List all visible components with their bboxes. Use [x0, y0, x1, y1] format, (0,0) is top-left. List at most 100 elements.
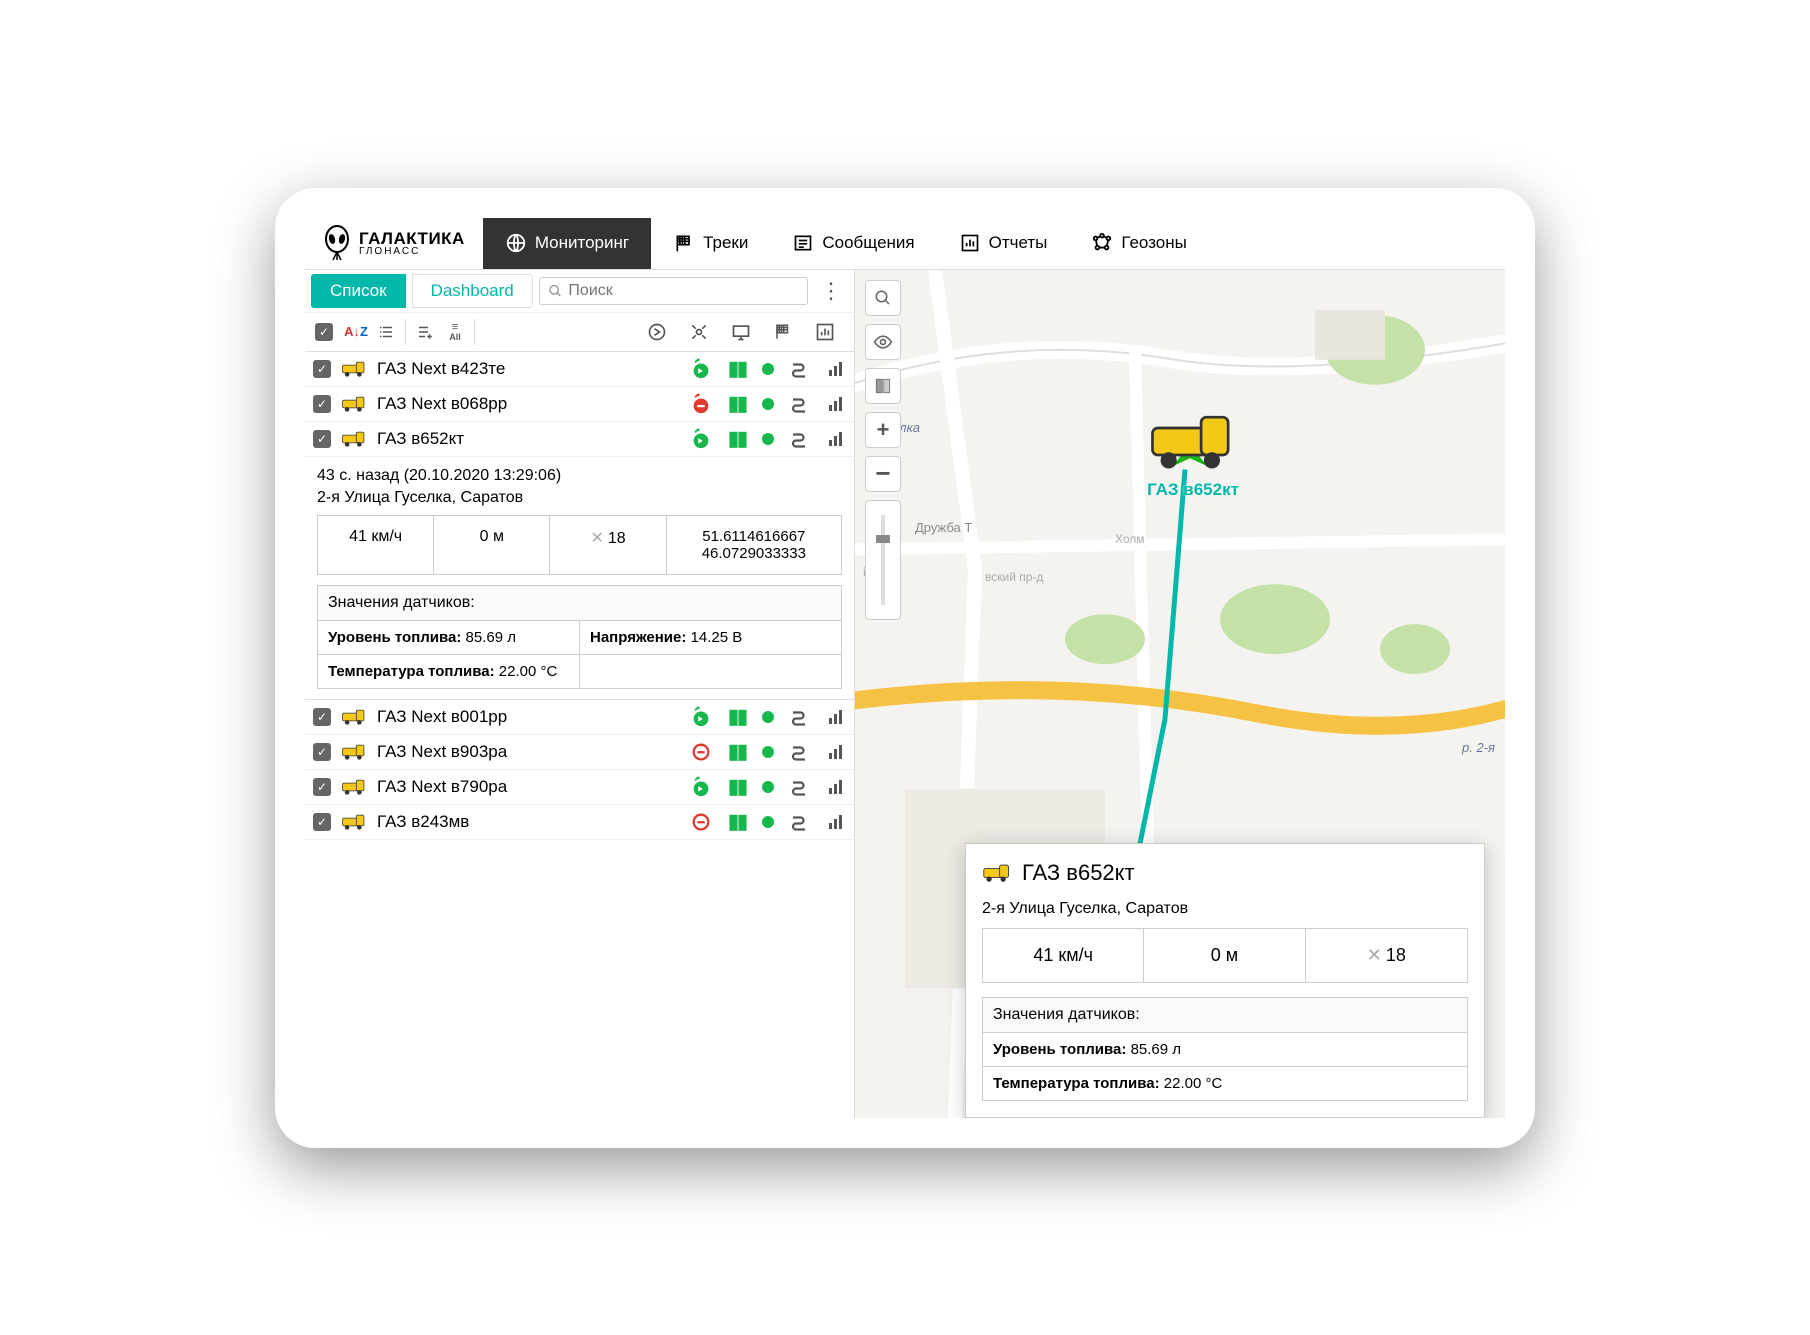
more-menu-icon[interactable]: ⋮ — [814, 278, 848, 304]
popup-sat: ✕18 — [1306, 929, 1467, 982]
row-checkbox[interactable] — [313, 813, 331, 831]
route-icon[interactable] — [788, 811, 810, 833]
stop-icon[interactable] — [690, 393, 712, 415]
popup-address: 2-я Улица Гуселка, Саратов — [982, 900, 1468, 918]
map-panel: Гуселка Дружба Т Холм вский пр-д р. 2-я … — [855, 270, 1505, 1118]
map-search-icon[interactable] — [865, 280, 901, 316]
detail-timestamp: 43 с. назад (20.10.2020 13:29:06) — [317, 467, 842, 485]
zoom-slider[interactable] — [865, 500, 901, 620]
pause-icon[interactable]: ▮▮ — [726, 706, 748, 728]
bars-icon[interactable] — [824, 428, 846, 450]
car-icon — [341, 708, 367, 726]
status-dot-icon — [762, 816, 774, 828]
goto-icon[interactable] — [642, 317, 672, 347]
car-icon — [982, 863, 1012, 883]
route-icon[interactable] — [788, 428, 810, 450]
route-icon[interactable] — [788, 393, 810, 415]
car-icon — [341, 743, 367, 761]
zoom-out-icon[interactable]: − — [865, 456, 901, 492]
bars-icon[interactable] — [824, 776, 846, 798]
wrench-icon: ✕ — [1367, 945, 1382, 965]
tab-list[interactable]: Список — [311, 274, 406, 308]
detail-altitude: 0 м — [434, 516, 550, 574]
nav-geozones[interactable]: Геозоны — [1069, 218, 1208, 269]
pause-icon[interactable]: ▮▮ — [726, 358, 748, 380]
sensor-voltage: Напряжение: 14.25 В — [580, 621, 841, 655]
vehicle-row[interactable]: ГАЗ в652кт ▮▮ — [305, 422, 854, 457]
flag-grid-icon[interactable] — [768, 317, 798, 347]
row-checkbox[interactable] — [313, 395, 331, 413]
vehicle-row[interactable]: ГАЗ Next в423те ▮▮ — [305, 352, 854, 387]
stop-outline-icon[interactable] — [690, 741, 712, 763]
status-dot-icon — [762, 363, 774, 375]
list-icon — [792, 232, 814, 254]
stop-outline-icon[interactable] — [690, 811, 712, 833]
nav-monitoring[interactable]: Мониторинг — [483, 218, 651, 269]
search-box[interactable] — [539, 277, 808, 305]
route-icon[interactable] — [788, 741, 810, 763]
route-icon[interactable] — [788, 358, 810, 380]
vehicle-name: ГАЗ Next в423те — [377, 359, 680, 379]
route-icon[interactable] — [788, 776, 810, 798]
map-eye-icon[interactable] — [865, 324, 901, 360]
vehicle-popup: ГАЗ в652кт 2-я Улица Гуселка, Саратов 41… — [965, 843, 1485, 1118]
nav-reports[interactable]: Отчеты — [937, 218, 1070, 269]
vehicle-row[interactable]: ГАЗ Next в903ра▮▮ — [305, 735, 854, 770]
chart-icon — [959, 232, 981, 254]
pause-icon[interactable]: ▮▮ — [726, 811, 748, 833]
bars-icon[interactable] — [824, 358, 846, 380]
map-layers-icon[interactable] — [865, 368, 901, 404]
row-checkbox[interactable] — [313, 430, 331, 448]
nav-tracks[interactable]: Треки — [651, 218, 770, 269]
globe-icon — [505, 232, 527, 254]
satellite-icon[interactable] — [684, 317, 714, 347]
nav-messages-label: Сообщения — [822, 233, 914, 253]
status-dot-icon — [762, 398, 774, 410]
list-toolbar: A↓Z ≡All — [305, 313, 854, 352]
vehicle-list: ГАЗ Next в423те▮▮ГАЗ Next в068рр▮▮ГАЗ в6… — [305, 352, 854, 1118]
nav-messages[interactable]: Сообщения — [770, 218, 936, 269]
bars-icon[interactable] — [824, 393, 846, 415]
row-checkbox[interactable] — [313, 708, 331, 726]
vehicle-row[interactable]: ГАЗ Next в068рр▮▮ — [305, 387, 854, 422]
go-icon[interactable] — [690, 706, 712, 728]
bars-icon[interactable] — [824, 706, 846, 728]
pause-icon[interactable]: ▮▮ — [726, 776, 748, 798]
all-list-icon[interactable]: ≡All — [440, 317, 470, 347]
bars-icon[interactable] — [824, 741, 846, 763]
row-checkbox[interactable] — [313, 778, 331, 796]
vehicle-row[interactable]: ГАЗ Next в790ра▮▮ — [305, 770, 854, 805]
popup-ftemp: Температура топлива: 22.00 °C — [983, 1067, 1467, 1100]
map-controls: + − — [865, 280, 901, 620]
route-icon[interactable] — [788, 706, 810, 728]
row-checkbox[interactable] — [313, 743, 331, 761]
vehicle-row[interactable]: ГАЗ Next в001рр▮▮ — [305, 700, 854, 735]
go-icon[interactable] — [690, 358, 712, 380]
bars-icon[interactable] — [824, 811, 846, 833]
sort-az-icon[interactable]: A↓Z — [341, 317, 371, 347]
car-icon — [341, 395, 367, 413]
pause-icon[interactable]: ▮▮ — [726, 393, 748, 415]
row-checkbox[interactable] — [313, 360, 331, 378]
list-view-icon[interactable] — [371, 317, 401, 347]
add-list-icon[interactable] — [410, 317, 440, 347]
tab-dashboard[interactable]: Dashboard — [412, 274, 533, 308]
detail-speed: 41 км/ч — [318, 516, 434, 574]
nav-monitoring-label: Мониторинг — [535, 233, 629, 253]
zoom-in-icon[interactable]: + — [865, 412, 901, 448]
search-input[interactable] — [568, 282, 799, 300]
select-all-checkbox[interactable] — [315, 323, 333, 341]
go-icon[interactable] — [690, 776, 712, 798]
map-label-river: р. 2-я — [1462, 740, 1495, 755]
vehicle-name: ГАЗ в652кт — [377, 429, 680, 449]
vehicle-row[interactable]: ГАЗ в243мв▮▮ — [305, 805, 854, 840]
map-vehicle-marker[interactable]: ГАЗ в652кт — [1147, 412, 1239, 500]
pause-icon[interactable]: ▮▮ — [726, 428, 748, 450]
vehicle-detail: 43 с. назад (20.10.2020 13:29:06) 2-я Ул… — [305, 457, 854, 700]
go-icon[interactable] — [690, 428, 712, 450]
sensor-ftemp: Температура топлива: 22.00 °C — [318, 655, 580, 688]
monitor-icon[interactable] — [726, 317, 756, 347]
wrench-icon: ✕ — [590, 530, 603, 547]
stats-icon[interactable] — [810, 317, 840, 347]
pause-icon[interactable]: ▮▮ — [726, 741, 748, 763]
